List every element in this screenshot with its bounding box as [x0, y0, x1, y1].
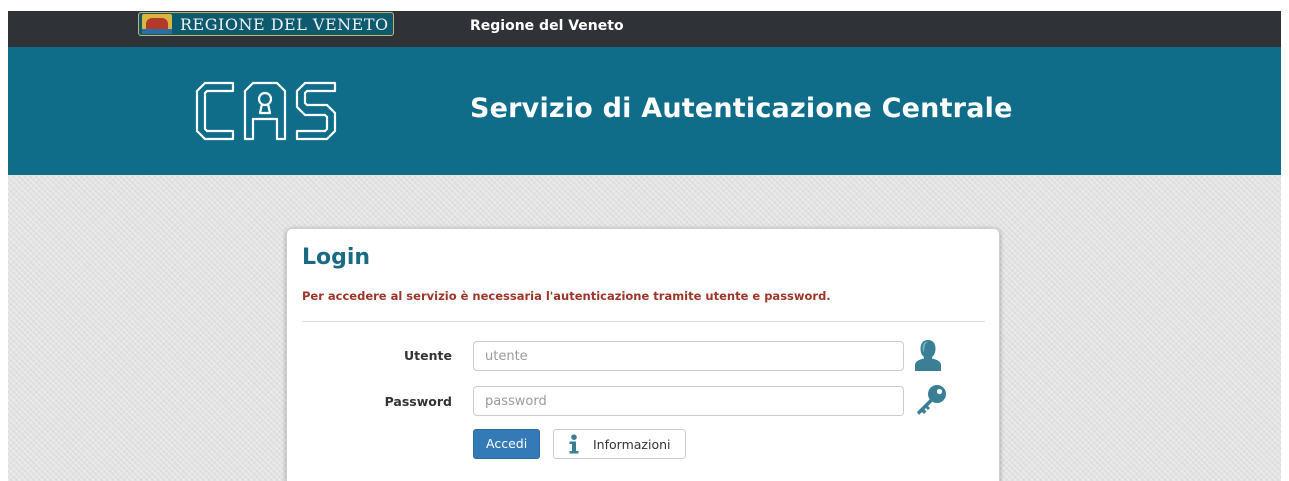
banner-title: Servizio di Autenticazione Centrale [470, 93, 1013, 124]
topbar-title: Regione del Veneto [470, 18, 624, 34]
cas-logo-icon [195, 81, 337, 141]
username-label: Utente [404, 348, 452, 363]
info-icon [569, 434, 579, 454]
top-bar: REGIONE DEL VENETO Regione del Veneto [8, 11, 1281, 47]
information-button-label: Informazioni [593, 436, 671, 452]
password-label: Password [384, 394, 452, 409]
page: REGIONE DEL VENETO Regione del Veneto Se… [8, 11, 1281, 481]
login-panel: Login Per accedere al servizio è necessa… [286, 228, 1000, 481]
key-icon [917, 385, 946, 415]
header-banner: Servizio di Autenticazione Centrale [8, 47, 1281, 175]
password-input[interactable] [473, 386, 904, 416]
information-button[interactable]: Informazioni [553, 429, 686, 459]
regione-logo-text: REGIONE DEL VENETO [180, 14, 389, 34]
regione-crest-icon [142, 14, 172, 34]
login-button[interactable]: Accedi [473, 429, 541, 459]
username-input[interactable] [473, 341, 904, 371]
regione-veneto-logo[interactable]: REGIONE DEL VENETO [138, 12, 394, 36]
user-icon [915, 340, 941, 371]
login-heading: Login [302, 245, 371, 270]
login-message: Per accedere al servizio è necessaria l'… [302, 289, 831, 303]
divider [302, 321, 985, 322]
